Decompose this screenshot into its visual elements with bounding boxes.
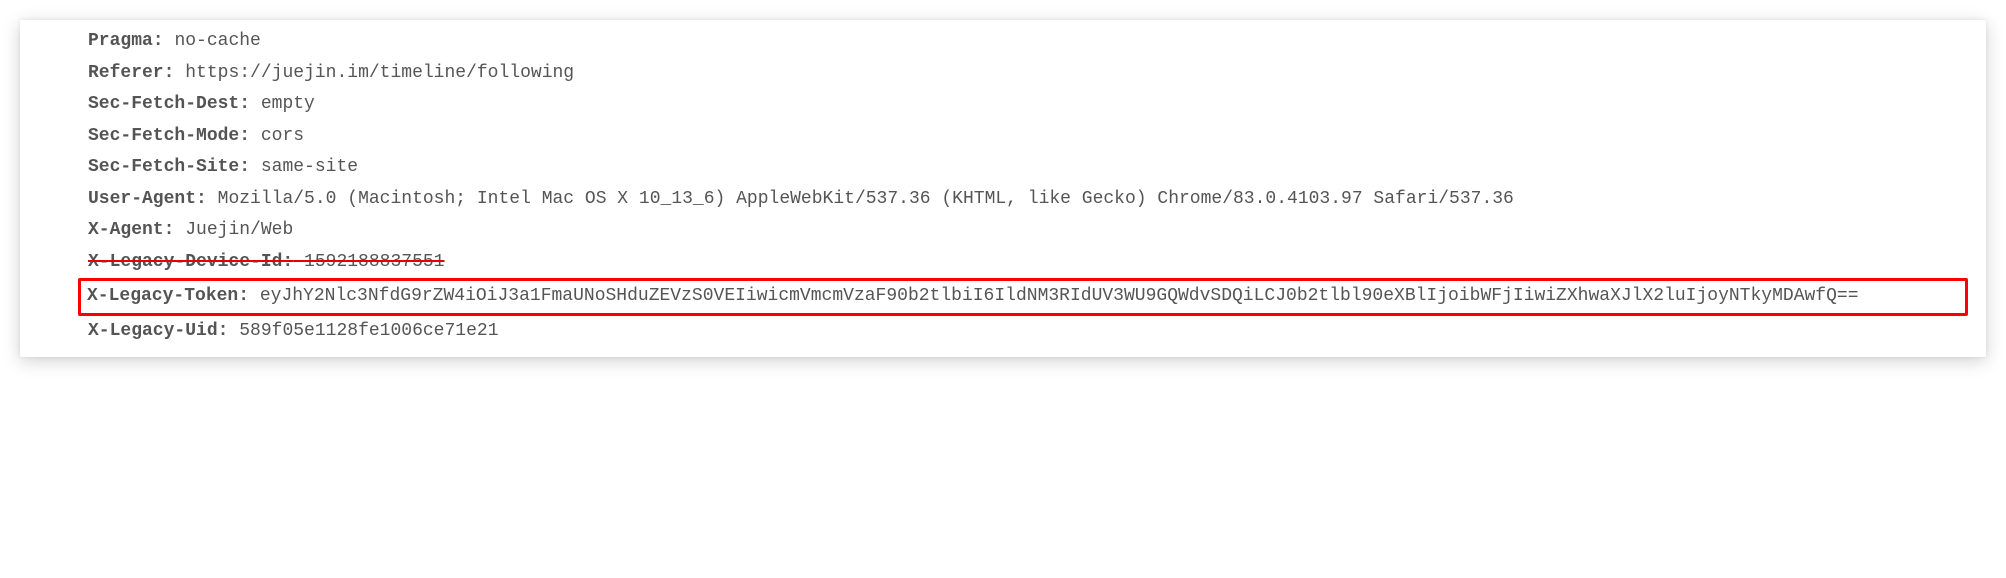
header-key: Referer: <box>88 63 174 83</box>
header-key: Sec-Fetch-Mode: <box>88 126 250 146</box>
header-key: X-Legacy-Token: <box>87 286 249 306</box>
header-key: Sec-Fetch-Dest: <box>88 94 250 114</box>
header-referer: Referer: https://juejin.im/timeline/foll… <box>88 58 1958 90</box>
header-key: X-Agent: <box>88 220 174 240</box>
header-value: eyJhY2Nlc3NfdG9rZW4iOiJ3a1FmaUNoSHduZEVz… <box>260 286 1859 306</box>
header-x-legacy-device-id: X-Legacy-Device-Id: 1592188837551 <box>88 247 1958 279</box>
header-value: Juejin/Web <box>185 220 293 240</box>
header-key: X-Legacy-Device-Id: <box>88 252 293 272</box>
header-sec-fetch-dest: Sec-Fetch-Dest: empty <box>88 89 1958 121</box>
header-key: User-Agent: <box>88 189 207 209</box>
header-key: X-Legacy-Uid: <box>88 321 228 341</box>
header-value: https://juejin.im/timeline/following <box>185 63 574 83</box>
header-value: no-cache <box>174 31 260 51</box>
strikethrough-annotation: X-Legacy-Device-Id: 1592188837551 <box>88 252 444 272</box>
header-value: 1592188837551 <box>304 252 444 272</box>
header-value: same-site <box>261 157 358 177</box>
header-pragma: Pragma: no-cache <box>88 26 1958 58</box>
header-key: Sec-Fetch-Site: <box>88 157 250 177</box>
highlight-annotation-box: X-Legacy-Token: eyJhY2Nlc3NfdG9rZW4iOiJ3… <box>78 278 1968 316</box>
header-value: empty <box>261 94 315 114</box>
header-value: Mozilla/5.0 (Macintosh; Intel Mac OS X 1… <box>218 189 1514 209</box>
header-sec-fetch-site: Sec-Fetch-Site: same-site <box>88 152 1958 184</box>
header-key: Pragma: <box>88 31 164 51</box>
header-x-agent: X-Agent: Juejin/Web <box>88 215 1958 247</box>
header-value: cors <box>261 126 304 146</box>
request-headers-panel: Pragma: no-cache Referer: https://juejin… <box>20 20 1986 357</box>
header-x-legacy-token: X-Legacy-Token: eyJhY2Nlc3NfdG9rZW4iOiJ3… <box>87 281 1959 313</box>
header-sec-fetch-mode: Sec-Fetch-Mode: cors <box>88 121 1958 153</box>
header-value: 589f05e1128fe1006ce71e21 <box>239 321 498 341</box>
header-user-agent: User-Agent: Mozilla/5.0 (Macintosh; Inte… <box>88 184 1958 216</box>
header-x-legacy-uid: X-Legacy-Uid: 589f05e1128fe1006ce71e21 <box>88 316 1958 348</box>
